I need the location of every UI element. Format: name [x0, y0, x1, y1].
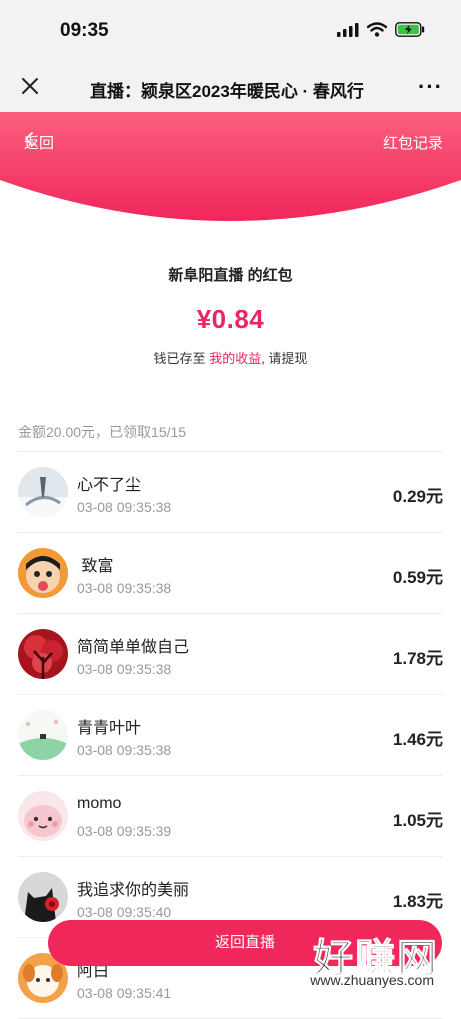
receive-time: 03-08 09:35:39	[77, 823, 172, 839]
recipient-name: 我追求你的美丽	[77, 882, 190, 899]
receive-time: 03-08 09:35:41	[77, 985, 172, 1001]
header-background	[0, 112, 461, 221]
status-time: 09:35	[60, 20, 109, 41]
receive-time: 03-08 09:35:38	[77, 499, 172, 515]
receive-time: 03-08 09:35:38	[77, 661, 172, 677]
recipient-name: 致富	[77, 558, 114, 575]
recipient-name: 心不了尘	[77, 477, 142, 494]
list-item: 致富 03-08 09:35:38 0.59元	[18, 533, 443, 614]
chevron-left-icon	[25, 132, 33, 146]
watermark-url: www.zhuanyes.com	[307, 972, 437, 988]
close-icon[interactable]	[18, 74, 42, 98]
cellular-signal-icon	[337, 22, 359, 37]
status-bar: 09:35	[0, 0, 461, 62]
recipient-amount: 1.78元	[392, 649, 443, 668]
saved-note: 钱已存至 我的收益, 请提现	[0, 348, 461, 367]
recipient-amount: 1.05元	[392, 811, 443, 830]
recipient-name: 简简单单做自己	[77, 639, 190, 656]
my-earnings-link[interactable]: 我的收益	[209, 351, 261, 366]
list-item: momo 03-08 09:35:39 1.05元	[18, 776, 443, 857]
receive-time: 03-08 09:35:38	[77, 742, 172, 758]
snow-scene-avatar	[18, 467, 68, 517]
green-hill-avatar	[18, 710, 68, 760]
list-item: 简简单单做自己 03-08 09:35:38 1.78元	[18, 614, 443, 695]
status-icons	[337, 22, 425, 37]
recipient-name: 青青叶叶	[77, 720, 142, 737]
recipient-amount: 0.59元	[392, 568, 443, 587]
nav-bar: 直播：颍泉区2023年暖民心 · 春风行 ···	[0, 62, 461, 112]
list-item: 心不了尘 03-08 09:35:38 0.29元	[18, 452, 443, 533]
list-item: 青青叶叶 03-08 09:35:38 1.46元	[18, 695, 443, 776]
packet-summary: 金额20.00元，已领取15/15	[18, 424, 187, 440]
recipient-name: momo	[77, 795, 122, 812]
more-icon[interactable]: ···	[418, 74, 443, 100]
watermark: 好赚网 www.zhuanyes.com	[253, 926, 443, 998]
received-amount: ¥0.84	[196, 304, 265, 334]
saved-note-suffix: , 请提现	[261, 351, 308, 366]
red-packet-records-link[interactable]: 红包记录	[383, 132, 443, 153]
wifi-icon	[367, 22, 387, 37]
recipient-amount: 1.83元	[392, 892, 443, 911]
receive-time: 03-08 09:35:40	[77, 904, 172, 920]
receive-time: 03-08 09:35:38	[77, 580, 172, 596]
page-title: 直播：颍泉区2023年暖民心 · 春风行	[90, 82, 364, 101]
red-tree-avatar	[18, 629, 68, 679]
recipient-amount: 0.29元	[392, 487, 443, 506]
back-button[interactable]: 返回	[24, 132, 54, 153]
battery-charging-icon	[395, 22, 425, 37]
saved-note-prefix: 钱已存至	[153, 351, 206, 366]
packet-sender: 新阜阳直播 的红包	[168, 267, 293, 284]
recipient-amount: 1.46元	[392, 730, 443, 749]
cartoon-boy-avatar	[18, 548, 68, 598]
pink-character-avatar	[18, 791, 68, 841]
red-packet-header: 返回 红包记录	[0, 112, 461, 227]
cat-flower-avatar	[18, 872, 68, 922]
